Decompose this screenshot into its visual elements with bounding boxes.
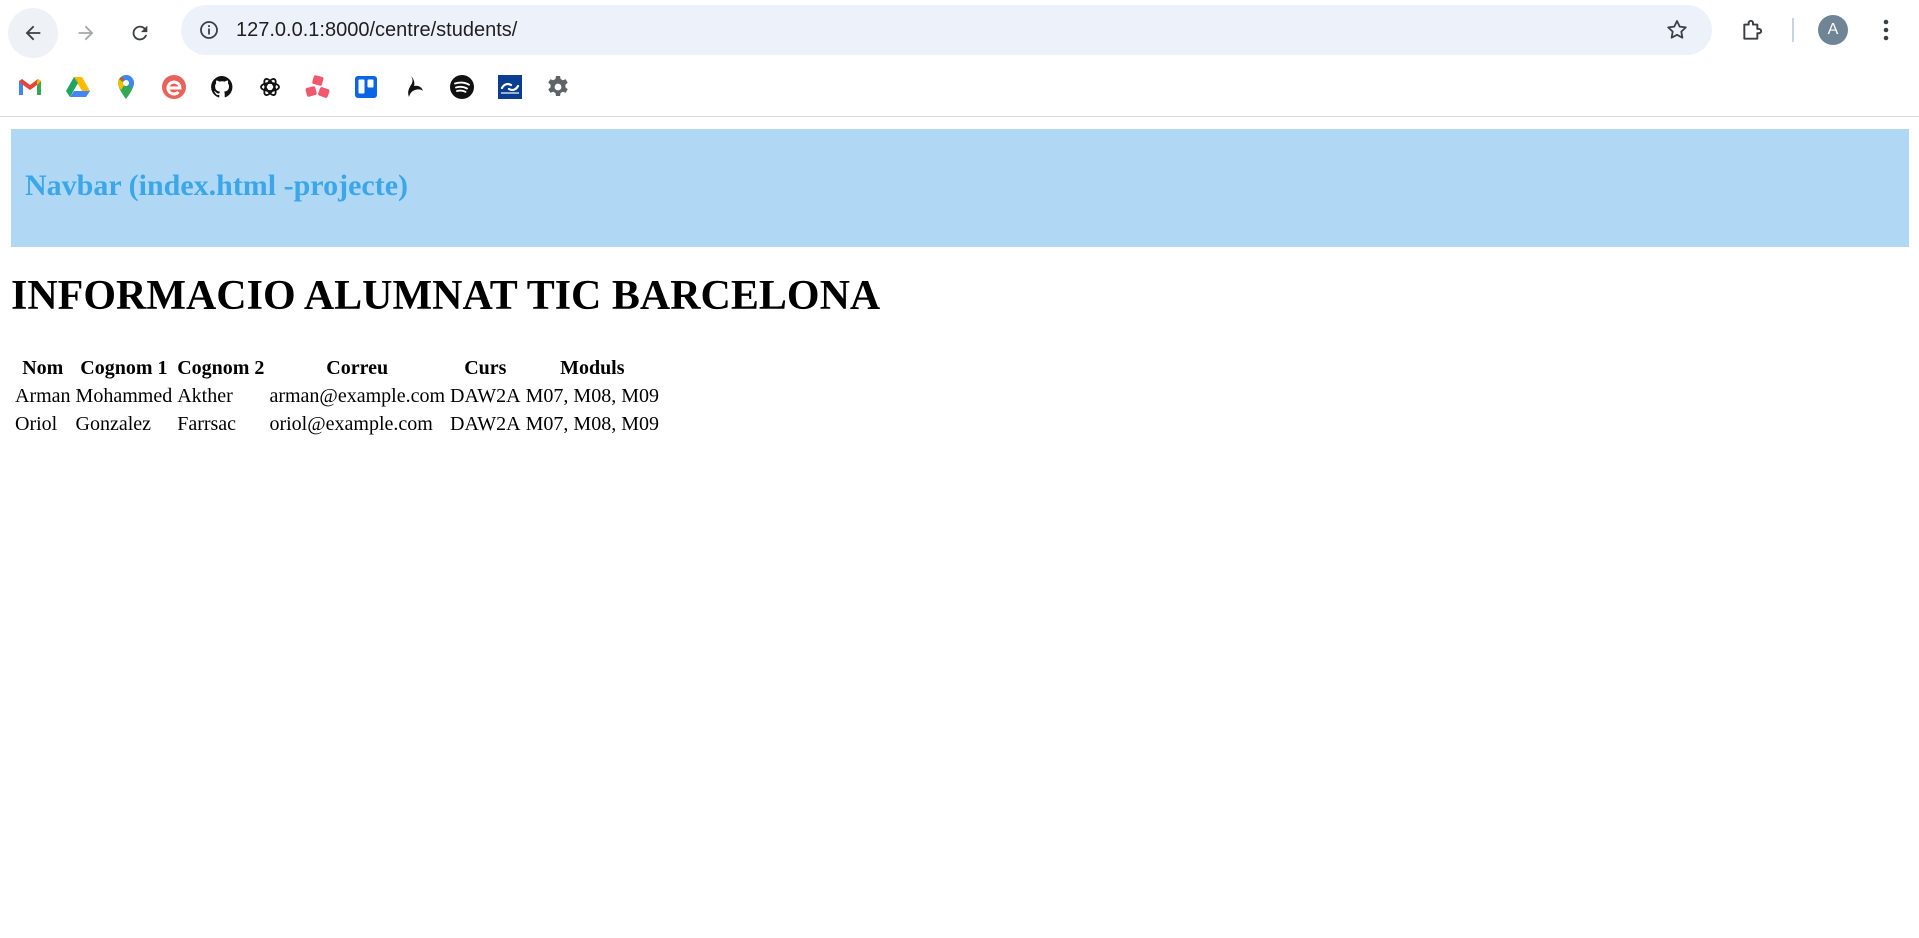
cell-curs: DAW2A xyxy=(450,413,521,435)
cell-cognom-2: Akther xyxy=(177,385,233,407)
cell-nom: Oriol xyxy=(15,413,58,435)
toolbar-divider xyxy=(1792,18,1794,42)
asana-icon xyxy=(305,75,330,98)
trello-icon xyxy=(355,76,377,98)
link-app-icon xyxy=(498,75,522,99)
github-icon xyxy=(211,76,233,98)
table-row: Arman Mohammed Akther arman@example.com … xyxy=(14,384,660,409)
column-header-cognom-1: Cognom 1 xyxy=(80,357,168,379)
profile-avatar[interactable]: A xyxy=(1818,15,1848,45)
navbar: Navbar (index.html -projecte) xyxy=(11,129,1909,247)
cell-cognom-2: Farrsac xyxy=(177,413,237,435)
navbar-title: Navbar (index.html -projecte) xyxy=(25,169,408,202)
bookmark-settings[interactable] xyxy=(543,72,573,102)
bookmark-chatgpt[interactable] xyxy=(255,72,285,102)
students-table: Nom Cognom 1 Cognom 2 Correu Curs Moduls… xyxy=(11,353,663,440)
bookmarks-bar xyxy=(0,62,1919,117)
cell-moduls: M07, M08, M09 xyxy=(525,385,659,407)
google-maps-icon xyxy=(117,75,134,99)
site-info-icon[interactable] xyxy=(195,16,223,44)
reload-button[interactable] xyxy=(115,8,165,58)
bookmark-gmail[interactable] xyxy=(15,72,45,102)
table-header-row: Nom Cognom 1 Cognom 2 Correu Curs Moduls xyxy=(14,356,660,381)
arrow-left-icon xyxy=(25,25,41,41)
column-header-curs: Curs xyxy=(464,357,507,379)
column-header-moduls: Moduls xyxy=(560,357,625,379)
cell-cognom-1: Mohammed xyxy=(75,385,173,407)
browser-menu-button[interactable] xyxy=(1874,14,1898,46)
reload-icon xyxy=(132,25,148,41)
chatgpt-icon xyxy=(260,78,280,96)
column-header-cognom-2: Cognom 2 xyxy=(177,357,265,379)
cell-nom: Arman xyxy=(15,385,71,407)
kebab-menu-icon xyxy=(1883,19,1889,41)
gmail-icon xyxy=(19,79,41,95)
cell-moduls: M07, M08, M09 xyxy=(525,413,659,435)
puzzle-piece-icon xyxy=(1743,19,1763,40)
bookmark-spotify[interactable] xyxy=(447,72,477,102)
bookmark-link-app[interactable] xyxy=(495,72,525,102)
table-row: Oriol Gonzalez Farrsac oriol@example.com… xyxy=(14,412,660,437)
google-drive-icon xyxy=(66,77,90,97)
url-text[interactable]: 127.0.0.1:8000/centre/students/ xyxy=(236,5,517,55)
bookmark-trello[interactable] xyxy=(351,72,381,102)
bird-logo-icon xyxy=(408,76,423,97)
browser-toolbar: 127.0.0.1:8000/centre/students/ A xyxy=(0,0,1919,60)
bookmark-star-icon[interactable] xyxy=(1664,17,1690,43)
cell-cognom-1: Gonzalez xyxy=(75,413,152,435)
cell-correu: arman@example.com xyxy=(269,385,446,407)
bookmark-asana[interactable] xyxy=(303,72,333,102)
cell-curs: DAW2A xyxy=(450,385,521,407)
extensions-button[interactable] xyxy=(1737,14,1769,46)
page-title: INFORMACIO ALUMNAT TIC BARCELONA xyxy=(11,273,881,319)
cell-correu: oriol@example.com xyxy=(269,413,433,435)
bookmark-bird-site[interactable] xyxy=(399,72,429,102)
arrow-right-icon xyxy=(78,25,94,41)
settings-gear-icon xyxy=(548,76,568,96)
e-logo-icon xyxy=(162,75,186,99)
back-button[interactable] xyxy=(8,8,58,58)
spotify-icon xyxy=(450,75,474,99)
column-header-correu: Correu xyxy=(326,357,389,379)
address-bar[interactable]: 127.0.0.1:8000/centre/students/ xyxy=(181,5,1712,55)
bookmark-e-site[interactable] xyxy=(159,72,189,102)
bookmark-github[interactable] xyxy=(207,72,237,102)
forward-button[interactable] xyxy=(61,8,111,58)
bookmark-maps[interactable] xyxy=(111,72,141,102)
bookmark-drive[interactable] xyxy=(63,72,93,102)
column-header-nom: Nom xyxy=(22,357,64,379)
